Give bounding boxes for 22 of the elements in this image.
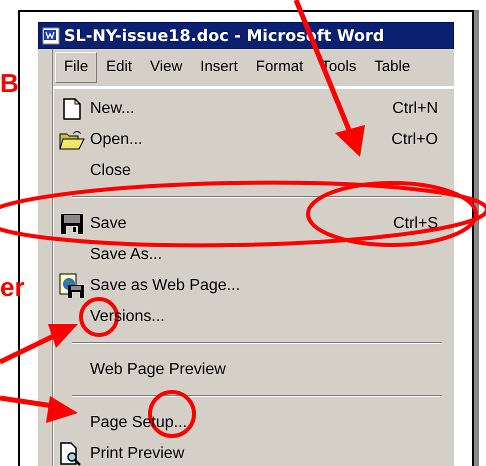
menu-title[interactable]: Table (365, 52, 420, 83)
menu-item[interactable]: Web Page Preview (54, 354, 442, 385)
menu-title[interactable]: Insert (191, 52, 247, 83)
menu-title[interactable]: View (141, 52, 192, 83)
menu-item[interactable]: Save Ctrl+S (54, 208, 442, 239)
folder-icon (59, 128, 85, 150)
menu-item[interactable]: New... Ctrl+N (54, 93, 442, 124)
menu-item[interactable]: Close (54, 155, 442, 186)
annotation-text: B (0, 70, 19, 96)
shortcut-text: Ctrl+N (392, 98, 439, 118)
menu-item[interactable]: Save as Web Page... (54, 270, 442, 301)
page-icon (63, 98, 81, 120)
shortcut-text: Ctrl+O (391, 130, 439, 150)
menu-item[interactable]: Save As... (54, 239, 442, 270)
menu-title[interactable]: Edit (97, 52, 142, 83)
menu-item[interactable]: Open... Ctrl+O (54, 124, 442, 155)
menu-title[interactable]: Format (246, 52, 312, 83)
document-icon (42, 26, 60, 44)
shortcut-text: Ctrl+S (393, 214, 439, 234)
menu-title[interactable]: File (55, 52, 98, 83)
menu-item[interactable]: Print Preview (54, 438, 442, 466)
web-floppy-icon (59, 272, 85, 298)
